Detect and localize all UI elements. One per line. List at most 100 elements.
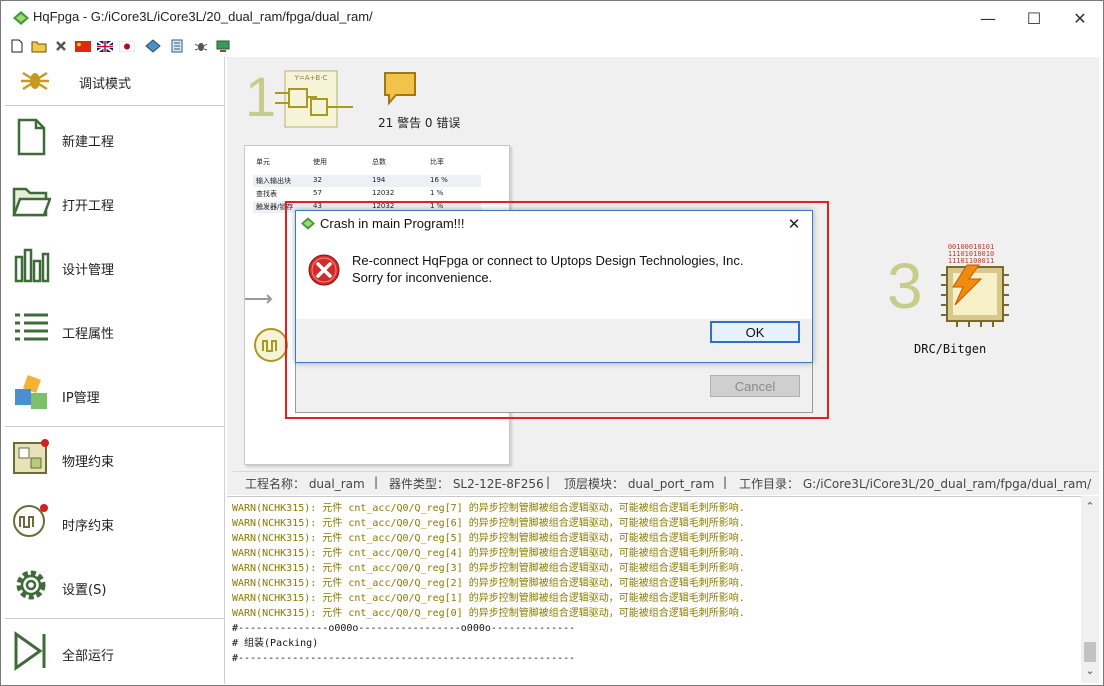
top-module: 顶层模块： dual_port_ram (564, 477, 715, 491)
flag-china-icon[interactable] (75, 38, 91, 54)
new-file-icon[interactable] (9, 38, 25, 54)
table-header: 单元 使用 总数 比率 (253, 151, 481, 173)
sidebar-item-ip-manage[interactable]: IP管理 (5, 363, 224, 427)
separator: | (374, 475, 379, 489)
physical-constraint-icon (13, 439, 49, 474)
log-line: WARN(NCHK315): 元件 cnt_acc/Q0/Q_reg[3] 的异… (232, 563, 745, 574)
log-line: WARN(NCHK315): 元件 cnt_acc/Q0/Q_reg[7] 的异… (232, 503, 745, 514)
hqfpga-logo-icon (13, 11, 29, 25)
sidebar-item-open-project[interactable]: 打开工程 (5, 171, 224, 235)
table-cell: 1 % (430, 202, 444, 210)
table-cell: 57 (313, 189, 322, 197)
scroll-down-arrow-icon[interactable]: ⌄ (1081, 664, 1099, 680)
table-cell: 1 % (430, 189, 444, 197)
bitstream-text: 11101100011 (948, 257, 994, 265)
table-cell: 16 % (430, 176, 448, 184)
bug-icon[interactable] (193, 38, 209, 54)
table-row: 输入输出块 32 194 16 % (253, 175, 481, 187)
sidebar-item-settings[interactable]: 设置(S) (5, 555, 224, 619)
table-row: 查找表 57 12032 1 % (253, 188, 481, 200)
log-output[interactable]: WARN(NCHK315): 元件 cnt_acc/Q0/Q_reg[7] 的异… (227, 496, 1081, 684)
implementation-icon[interactable] (245, 293, 297, 363)
drc-bitgen-icon[interactable]: 00100010101 11101010010 11101100011 (931, 241, 1013, 327)
sidebar-item-label: 打开工程 (62, 199, 115, 214)
scroll-up-arrow-icon[interactable]: ⌃ (1081, 500, 1099, 516)
table-header-cell: 单元 (256, 158, 270, 166)
app-window: HqFpga - G:/iCore3L/iCore3L/20_dual_ram/… (0, 0, 1104, 686)
sidebar-item-physical-constraint[interactable]: 物理约束 (5, 427, 224, 491)
chip-settings-icon[interactable] (145, 38, 161, 54)
sidebar-item-label: 全部运行 (62, 649, 115, 664)
flag-uk-icon[interactable] (97, 38, 113, 54)
sidebar-item-label: IP管理 (62, 391, 100, 406)
dialog-close-button[interactable]: ✕ (782, 214, 806, 234)
ok-button[interactable]: OK (710, 321, 800, 343)
table-cell: 43 (313, 202, 322, 210)
log-line: #---------------o000o-----------------o0… (232, 623, 576, 634)
drc-bitgen-label: DRC/Bitgen (914, 342, 987, 356)
sidebar-item-label: 工程属性 (62, 327, 115, 342)
log-line: WARN(NCHK315): 元件 cnt_acc/Q0/Q_reg[6] 的异… (232, 518, 745, 529)
work-directory: 工作目录： G:/iCore3L/iCore3L/20_dual_ram/fpg… (739, 477, 1092, 491)
close-window-button[interactable]: ✕ (1057, 1, 1103, 35)
sidebar-item-label: 时序约束 (62, 519, 115, 534)
log-line: WARN(NCHK315): 元件 cnt_acc/Q0/Q_reg[1] 的异… (232, 593, 745, 604)
sidebar-item-design-manage[interactable]: 设计管理 (5, 235, 224, 299)
window-title: HqFpga - G:/iCore3L/iCore3L/20_dual_ram/… (33, 9, 373, 24)
crash-dialog: Crash in main Program!!! ✕ Re-connect Hq… (295, 210, 813, 363)
sidebar-item-label: 设计管理 (62, 263, 115, 278)
log-line: #---------------------------------------… (232, 653, 576, 664)
device-type: 器件类型： SL2-12E-8F256 (389, 477, 544, 491)
messages-summary: 21 警告 0 错误 (378, 116, 461, 130)
sidebar-item-timing-constraint[interactable]: 时序约束 (5, 491, 224, 555)
sidebar-item-label: 设置(S) (62, 583, 107, 598)
sidebar-item-run-all[interactable]: 全部运行 (5, 619, 224, 683)
dialog-message-line2: Sorry for inconvenience. (352, 270, 493, 285)
open-project-icon (12, 187, 51, 217)
step3-number: 3 (887, 250, 923, 322)
table-cell: 12032 (372, 202, 395, 210)
synthesis-icon[interactable]: Y=A+B·C (273, 69, 355, 131)
open-folder-icon[interactable] (31, 38, 47, 54)
flag-japan-icon[interactable] (119, 38, 135, 54)
log-scrollbar[interactable]: ⌃ ⌄ (1081, 496, 1099, 683)
minimize-button[interactable]: — (965, 1, 1011, 35)
messages-icon[interactable] (382, 70, 418, 106)
log-line: # 组装(Packing) (232, 638, 319, 649)
toolbar (1, 35, 1103, 57)
maximize-button[interactable]: ☐ (1011, 1, 1057, 35)
error-icon (308, 254, 340, 286)
table-cell: 查找表 (256, 190, 277, 198)
sidebar-item-new-project[interactable]: 新建工程 (5, 107, 224, 171)
monitor-icon[interactable] (215, 38, 231, 54)
table-cell: 触发器/锁存 (256, 203, 294, 211)
scroll-thumb[interactable] (1084, 642, 1096, 662)
sidebar-item-project-properties[interactable]: 工程属性 (5, 299, 224, 363)
table-header-cell: 总数 (372, 158, 386, 166)
run-all-icon (14, 631, 46, 671)
log-line: WARN(NCHK315): 元件 cnt_acc/Q0/Q_reg[5] 的异… (232, 533, 745, 544)
synthesis-chip-text: Y=A+B·C (294, 74, 328, 82)
design-manage-icon (14, 248, 50, 283)
project-info-bar: 工程名称： dual_ram | 器件类型： SL2-12E-8F256 | 顶… (233, 471, 1099, 492)
dialog-message-line1: Re-connect HqFpga or connect to Uptops D… (352, 253, 744, 268)
separator: | (723, 475, 728, 489)
project-name: 工程名称： dual_ram (245, 477, 365, 491)
table-cell: 194 (372, 176, 386, 184)
table-header-cell: 使用 (313, 158, 327, 166)
timing-constraint-icon (13, 504, 48, 537)
sidebar-item-label: 新建工程 (62, 135, 115, 150)
hqfpga-logo-icon (301, 217, 315, 230)
delete-icon[interactable] (53, 38, 69, 54)
cancel-button[interactable]: Cancel (710, 375, 800, 397)
ip-manage-icon (15, 375, 47, 409)
new-project-icon (17, 118, 46, 156)
sidebar-item-label: 调试模式 (79, 77, 132, 92)
dialog-title: Crash in main Program!!! (320, 216, 465, 231)
project-properties-icon (15, 313, 48, 341)
sidebar-divider (5, 105, 224, 106)
step1-number: 1 (245, 65, 277, 128)
dialog-body: Re-connect HqFpga or connect to Uptops D… (296, 237, 812, 319)
table-header-cell: 比率 (430, 158, 444, 166)
document-icon[interactable] (169, 38, 185, 54)
